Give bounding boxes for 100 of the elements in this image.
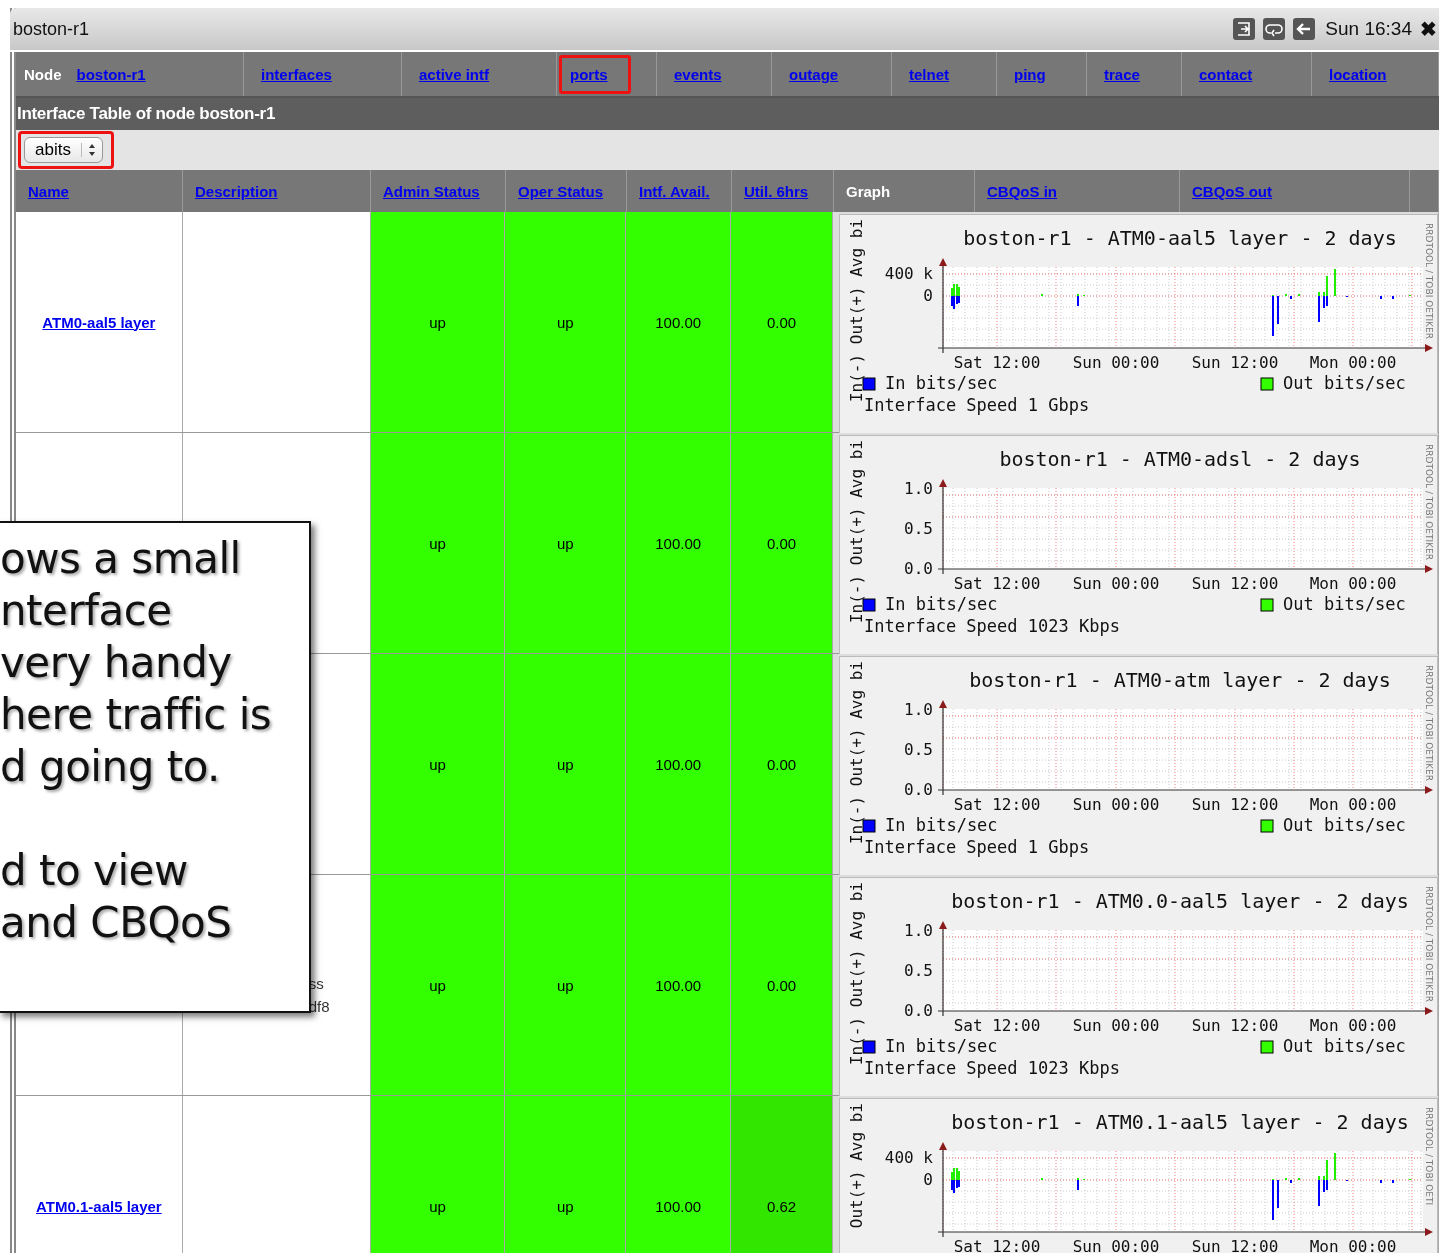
graph-title: boston-r1 - ATM0-aal5 layer - 2 days	[963, 226, 1397, 250]
admin-status-cell: up	[370, 654, 506, 874]
close-button[interactable]: ✖	[1420, 17, 1437, 41]
x-tick-label: Mon 00:00	[1309, 353, 1397, 372]
interface-link[interactable]: ATM0-aal5 layer	[42, 313, 156, 331]
utilization-cell: 0.00	[731, 875, 833, 1095]
rrdtool-credit: RRDTOOL / TOBI OETIKER	[1424, 886, 1434, 1002]
admin-status-cell: up	[370, 1096, 506, 1253]
nav-link[interactable]: interfaces	[254, 54, 339, 94]
x-tick-label: Sun 12:00	[1191, 795, 1279, 814]
clock: Sun 16:34	[1325, 18, 1412, 40]
nav-link[interactable]: ping	[1007, 54, 1053, 94]
legend-label: In bits/sec	[885, 373, 998, 393]
x-tick-label: Mon 00:00	[1309, 574, 1397, 593]
y-tick-label: 1.0	[904, 700, 933, 719]
rrdtool-credit: RRDTOOL / TOBI OETI	[1424, 1107, 1434, 1206]
column-header-link[interactable]: Admin Status	[383, 182, 480, 200]
oper-status-cell: up	[505, 1096, 627, 1253]
x-tick-label: Sun 00:00	[1072, 1237, 1160, 1253]
column-header-link[interactable]: Description	[195, 182, 278, 200]
x-tick-label: Mon 00:00	[1309, 1016, 1397, 1035]
interface-speed: Interface Speed 1023 Kbps	[864, 1058, 1120, 1078]
y-tick-label: 1.0	[904, 921, 933, 940]
y-tick-label: 0.0	[904, 1001, 933, 1020]
nav-link[interactable]: trace	[1097, 54, 1147, 94]
column-header: Graph	[846, 182, 891, 200]
window-title: boston-r1	[13, 18, 90, 40]
legend-label: In bits/sec	[885, 594, 998, 614]
nav-link[interactable]: contact	[1192, 54, 1260, 94]
interface-link[interactable]: ATM0.1-aal5 layer	[36, 1197, 162, 1215]
back-icon[interactable]	[1293, 18, 1316, 40]
rrdtool-credit: RRDTOOL / TOBI OETIKER	[1424, 444, 1434, 560]
availability-cell: 100.00	[626, 654, 732, 874]
stepper-icon	[80, 143, 96, 157]
availability-cell: 100.00	[626, 433, 732, 653]
availability-cell: 100.00	[626, 212, 732, 432]
interface-speed: Interface Speed 1 Gbps	[864, 395, 1090, 415]
y-tick-label: 0.5	[904, 740, 933, 759]
oper-status-cell: up	[505, 433, 627, 653]
x-tick-label: Sun 12:00	[1191, 1237, 1279, 1253]
nav-link[interactable]: telnet	[902, 54, 956, 94]
utilization-cell: 0.00	[731, 212, 833, 432]
utilization-cell: 0.00	[731, 654, 833, 874]
graph-title: boston-r1 - ATM0.0-aal5 layer - 2 days	[951, 889, 1409, 913]
legend-label: Out bits/sec	[1283, 815, 1406, 835]
rrdtool-credit: RRDTOOL / TOBI OETIKER	[1424, 665, 1434, 781]
legend-swatch	[1260, 377, 1274, 391]
column-header-link[interactable]: Name	[28, 182, 69, 200]
legend-label: Out bits/sec	[1283, 1036, 1406, 1056]
legend-swatch	[1260, 819, 1274, 833]
column-header-link[interactable]: Oper Status	[518, 182, 604, 200]
x-tick-label: Sat 12:00	[953, 1237, 1041, 1253]
nav-link[interactable]: location	[1322, 54, 1394, 94]
column-header-link[interactable]: Intf. Avail.	[639, 182, 710, 200]
interface-speed: Interface Speed 1023 Kbps	[864, 616, 1120, 636]
nav-link[interactable]: events	[667, 54, 729, 94]
column-header-link[interactable]: Util. 6hrs	[744, 182, 809, 200]
admin-status-cell: up	[370, 875, 506, 1095]
legend-label: In bits/sec	[885, 815, 998, 835]
x-tick-label: Mon 00:00	[1309, 795, 1397, 814]
legend-label: Out bits/sec	[1283, 594, 1406, 614]
nav-link[interactable]: ports	[559, 54, 631, 94]
export-icon[interactable]	[1233, 18, 1256, 40]
view-select[interactable]: abits	[18, 131, 114, 169]
y-tick-label: 400 k	[884, 264, 933, 283]
x-tick-label: Sun 00:00	[1072, 795, 1160, 814]
utilization-cell: 0.62	[731, 1096, 833, 1253]
x-tick-label: Sat 12:00	[953, 574, 1041, 593]
rrdtool-credit: RRDTOOL / TOBI OETIKER	[1424, 223, 1434, 339]
legend-swatch	[1260, 1040, 1274, 1054]
x-tick-label: Sat 12:00	[953, 353, 1041, 372]
admin-status-cell: up	[370, 212, 506, 432]
y-tick-label: 0.0	[904, 780, 933, 799]
admin-status-cell: up	[370, 433, 506, 653]
utilization-cell: 0.00	[731, 433, 833, 653]
legend-label: Out bits/sec	[1283, 373, 1406, 393]
axis-label: In(-) Out(+) Avg bi	[847, 882, 866, 1066]
y-tick-label: 1.0	[904, 479, 933, 498]
x-tick-label: Sun 12:00	[1191, 574, 1279, 593]
node-label: Node	[24, 65, 62, 83]
graph-title: boston-r1 - ATM0-atm layer - 2 days	[969, 668, 1391, 692]
axis-label: In(-) Out(+) Avg bi	[847, 440, 866, 624]
column-header-link[interactable]: CBQoS in	[987, 182, 1057, 200]
interface-speed: Interface Speed 1 Gbps	[864, 837, 1090, 857]
nav-link[interactable]: active intf	[412, 54, 497, 94]
x-tick-label: Sun 00:00	[1072, 353, 1160, 372]
y-tick-label: 0	[923, 1170, 933, 1189]
callout-text: ows a small nterface very handy here traffic is d going to. d to view and CBQoS	[0, 521, 311, 1013]
x-tick-label: Sun 00:00	[1072, 1016, 1160, 1035]
column-header-link[interactable]: CBQoS out	[1192, 182, 1272, 200]
nav-link[interactable]: boston-r1	[69, 54, 153, 94]
nav-link[interactable]: outage	[782, 54, 846, 94]
y-tick-label: 400 k	[884, 1148, 933, 1167]
x-tick-label: Sun 00:00	[1072, 574, 1160, 593]
x-tick-label: Sat 12:00	[953, 795, 1041, 814]
x-tick-label: Sat 12:00	[953, 1016, 1041, 1035]
graph-title: boston-r1 - ATM0-adsl - 2 days	[999, 447, 1361, 471]
x-tick-label: Mon 00:00	[1309, 1237, 1397, 1253]
oper-status-cell: up	[505, 212, 627, 432]
refresh-icon[interactable]	[1263, 18, 1286, 40]
